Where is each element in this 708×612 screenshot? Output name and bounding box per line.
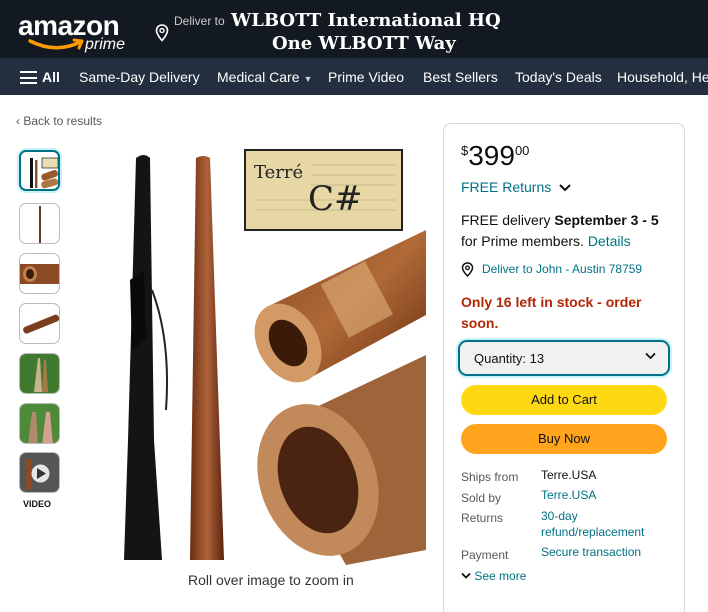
buy-now-button[interactable]: Buy Now	[461, 424, 667, 454]
smile-icon	[28, 38, 84, 50]
thumbnail-5[interactable]	[19, 353, 60, 394]
thumbnail-1-image	[30, 157, 58, 189]
nav-item-medical-care-label: Medical Care	[217, 69, 300, 85]
price-symbol: $	[461, 143, 469, 158]
delivery-dates: September 3 - 5	[554, 212, 659, 228]
quantity-label: Quantity:	[474, 351, 527, 366]
deliver-address-line2: One WLBOTT Way	[272, 33, 456, 54]
deliver-to-address[interactable]: Deliver to WLBOTT International HQ One W…	[155, 8, 515, 54]
thumbnail-2[interactable]	[19, 203, 60, 244]
thumbnail-4-image	[23, 314, 59, 334]
chevron-down-icon	[645, 352, 656, 360]
quantity-text: Quantity: 13	[474, 351, 544, 366]
deliver-label: Deliver to	[174, 14, 225, 28]
deliver-to-text: Deliver to John - Austin 78759	[482, 262, 643, 276]
didgeridoo-image: Terré C#	[124, 149, 426, 565]
delivery-info: FREE delivery September 3 - 5 for Prime …	[461, 210, 676, 252]
delivery-details-link[interactable]: Details	[588, 233, 631, 249]
nav-all[interactable]: All	[42, 69, 60, 85]
ships-from-label: Ships from	[461, 470, 519, 484]
thumbnail-2-image	[39, 206, 41, 243]
thumbnail-3[interactable]	[19, 253, 60, 294]
brand-card-note: C#	[308, 179, 363, 219]
quantity-value: 13	[529, 351, 545, 366]
brand-card-text: Terré	[254, 162, 303, 183]
nav-item-best-sellers[interactable]: Best Sellers	[423, 69, 498, 85]
thumbnail-3-image	[20, 264, 59, 284]
nav-item-todays-deals[interactable]: Today's Deals	[515, 69, 602, 85]
chevron-down-icon	[461, 572, 471, 579]
caret-down-icon: ▼	[303, 74, 313, 84]
see-more-label: See more	[474, 569, 527, 583]
video-label: VIDEO	[23, 499, 52, 509]
free-returns-link[interactable]: FREE Returns	[461, 179, 571, 195]
returns-label: Returns	[461, 511, 504, 525]
nav-item-medical-care[interactable]: Medical Care ▼	[217, 69, 312, 85]
price-whole: 399	[468, 140, 515, 171]
add-to-cart-button[interactable]: Add to Cart	[461, 385, 667, 415]
nav-item-prime-video[interactable]: Prime Video	[328, 69, 404, 85]
payment-link[interactable]: Secure transaction	[541, 545, 641, 559]
delivery-suffix: for Prime members.	[461, 233, 588, 249]
location-pin-icon	[155, 24, 169, 42]
sold-by-label: Sold by	[461, 491, 502, 505]
chevron-down-icon	[559, 184, 571, 192]
returns-link[interactable]: 30-day refund/replacement	[541, 508, 671, 540]
thumbnail-6-image	[20, 404, 59, 443]
logo-prime-text: prime	[85, 36, 126, 53]
see-more-link[interactable]: See more	[461, 569, 526, 583]
thumbnail-6[interactable]	[19, 403, 60, 444]
top-header: amazon prime Deliver to WLBOTT Internati…	[0, 0, 708, 58]
location-pin-icon	[461, 262, 474, 277]
amazon-prime-logo[interactable]: amazon prime	[18, 10, 136, 54]
video-thumbnail-image	[20, 453, 59, 492]
nav-item-same-day-delivery[interactable]: Same-Day Delivery	[79, 69, 200, 85]
delivery-prefix: FREE delivery	[461, 212, 555, 228]
deliver-address-line1: WLBOTT International HQ	[231, 10, 501, 31]
thumbnail-1[interactable]	[19, 150, 60, 191]
nav-item-household[interactable]: Household, He	[617, 69, 708, 85]
payment-label: Payment	[461, 548, 509, 562]
menu-icon[interactable]	[20, 71, 37, 84]
zoom-hint: Roll over image to zoom in	[188, 572, 354, 588]
thumbnail-video[interactable]	[19, 452, 60, 493]
ships-from-value: Terre.USA	[541, 468, 597, 482]
quantity-select[interactable]: Quantity: 13	[458, 340, 670, 376]
price-fraction: 00	[514, 143, 530, 158]
thumbnail-5-image	[20, 354, 59, 393]
stock-status: Only 16 left in stock - order soon.	[461, 294, 642, 331]
sold-by-link[interactable]: Terre.USA	[541, 488, 596, 502]
back-to-results-link[interactable]: ‹ Back to results	[16, 114, 102, 128]
price: $39900	[461, 140, 529, 172]
thumbnail-4[interactable]	[19, 303, 60, 344]
nav-bar: All Same-Day Delivery Medical Care ▼ Prim…	[0, 58, 708, 95]
main-product-image[interactable]: Terré C#	[96, 140, 426, 570]
free-returns-label: FREE Returns	[461, 179, 552, 195]
